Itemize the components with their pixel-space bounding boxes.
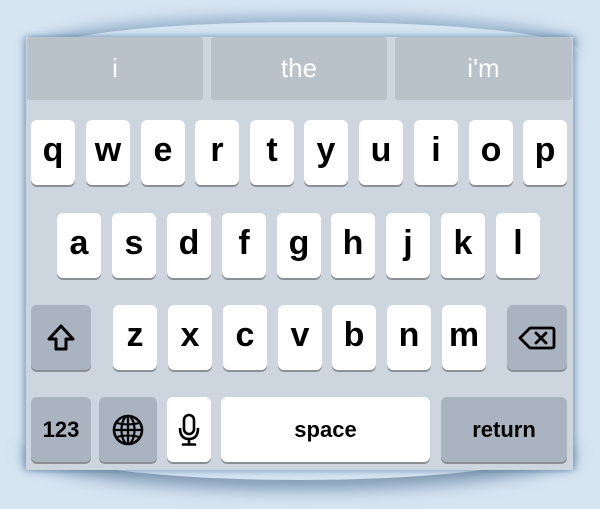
suggestion-2[interactable]: the [211,37,387,100]
key-h[interactable]: h [331,213,375,278]
microphone-key[interactable] [167,397,211,462]
return-key[interactable]: return [441,397,567,462]
key-c[interactable]: c [223,305,267,370]
shift-icon [46,323,76,353]
key-j[interactable]: j [386,213,430,278]
globe-icon [111,413,145,447]
backspace-icon [517,323,557,353]
key-t[interactable]: t [250,120,294,185]
key-v[interactable]: v [278,305,322,370]
key-y[interactable]: y [304,120,348,185]
on-screen-keyboard: i the i'm q w e r t y u i o p a s d f g … [26,37,573,470]
key-n[interactable]: n [387,305,431,370]
key-a[interactable]: a [57,213,101,278]
key-i[interactable]: i [414,120,458,185]
key-z[interactable]: z [113,305,157,370]
globe-key[interactable] [99,397,157,462]
space-key[interactable]: space [221,397,430,462]
key-p[interactable]: p [523,120,567,185]
key-e[interactable]: e [141,120,185,185]
key-q[interactable]: q [31,120,75,185]
key-m[interactable]: m [442,305,486,370]
key-w[interactable]: w [86,120,130,185]
key-r[interactable]: r [195,120,239,185]
key-x[interactable]: x [168,305,212,370]
shift-key[interactable] [31,305,91,370]
key-f[interactable]: f [222,213,266,278]
key-o[interactable]: o [469,120,513,185]
backspace-key[interactable] [507,305,567,370]
key-l[interactable]: l [496,213,540,278]
key-g[interactable]: g [277,213,321,278]
key-u[interactable]: u [359,120,403,185]
key-d[interactable]: d [167,213,211,278]
key-k[interactable]: k [441,213,485,278]
key-b[interactable]: b [332,305,376,370]
key-s[interactable]: s [112,213,156,278]
suggestion-3[interactable]: i'm [395,37,572,100]
suggestion-1[interactable]: i [27,37,203,100]
numbers-key[interactable]: 123 [31,397,91,462]
microphone-icon [177,413,201,447]
